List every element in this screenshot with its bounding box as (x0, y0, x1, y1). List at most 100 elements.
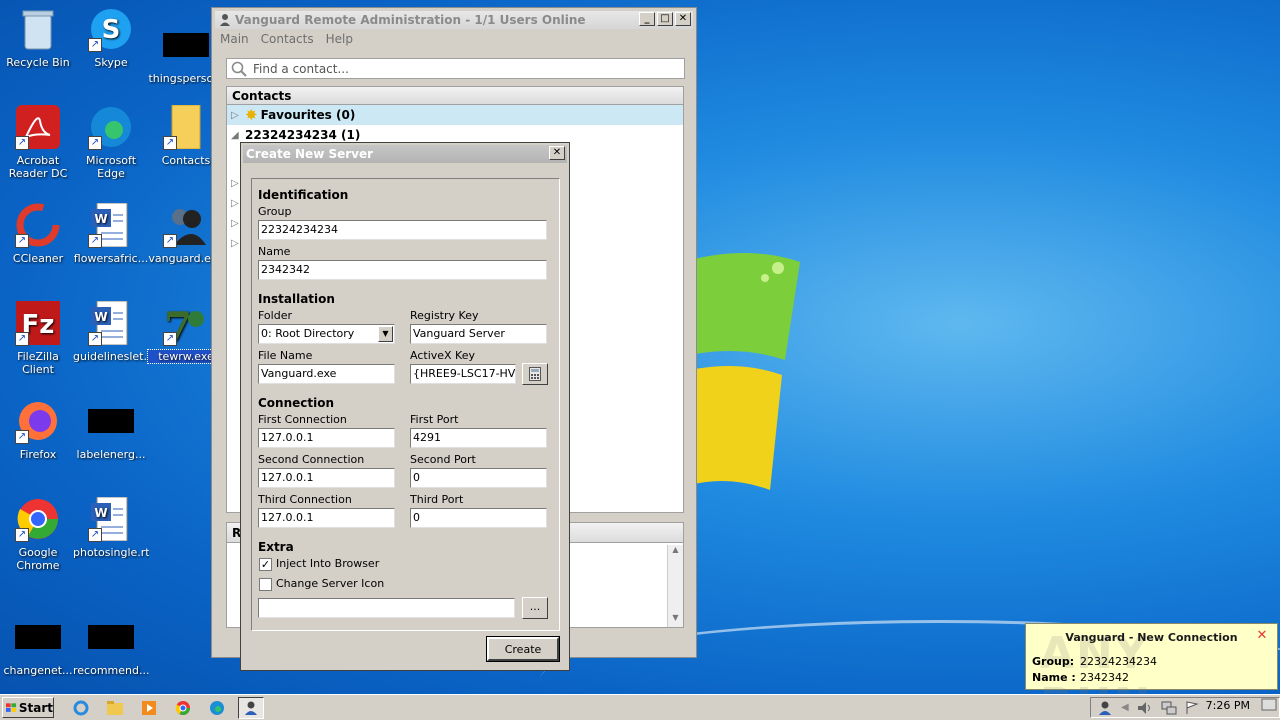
icon-path-input[interactable] (258, 598, 515, 618)
generate-key-button[interactable] (522, 363, 548, 385)
explorer-taskbar-icon[interactable] (102, 697, 128, 719)
vanguard-app-icon (220, 14, 230, 26)
desktop-icon[interactable]: W ↗ photosingle.rtf (73, 496, 149, 559)
chevron-down-icon[interactable]: ▼ (378, 326, 393, 342)
expand-arrow-icon[interactable]: ▷ (231, 110, 245, 121)
blank-icon (15, 614, 61, 660)
menu-contacts[interactable]: Contacts (261, 32, 314, 46)
word-doc-icon: W ↗ (88, 202, 134, 248)
desktop-icon[interactable]: ↗ Firefox (0, 398, 76, 461)
network-users-icon[interactable] (1097, 700, 1113, 716)
group-label: 22324234234 (1) (245, 128, 361, 142)
desktop-icon[interactable]: ↗ Google Chrome (0, 496, 76, 572)
registry-key-input[interactable]: Vanguard Server (410, 324, 547, 344)
desktop-icon-label: recommend... (73, 664, 149, 677)
create-button[interactable]: Create (486, 636, 560, 662)
menu-main[interactable]: Main (220, 32, 249, 46)
maximize-button[interactable]: □ (657, 12, 673, 26)
tray-expand-icon[interactable]: ◀ (1121, 702, 1129, 713)
shortcut-arrow-icon: ↗ (15, 234, 29, 248)
main-window-title: Vanguard Remote Administration - 1/1 Use… (235, 13, 586, 27)
edge-icon: ↗ (88, 104, 134, 150)
name-input[interactable]: 2342342 (258, 260, 547, 280)
expand-arrow-icon[interactable]: ▷ (231, 178, 239, 189)
vanguard-taskbar-icon[interactable] (238, 696, 264, 719)
network-icon[interactable] (1161, 701, 1177, 715)
desktop-icon[interactable]: recommend... (73, 614, 149, 677)
second-connection-input[interactable]: 127.0.0.1 (258, 468, 395, 488)
collapse-arrow-icon[interactable]: ◢ (231, 130, 245, 141)
menu-help[interactable]: Help (326, 32, 353, 46)
contact-search-input[interactable]: Find a contact... (226, 58, 685, 79)
shortcut-arrow-icon: ↗ (163, 234, 177, 248)
browse-icon-button[interactable]: ... (522, 597, 548, 619)
show-desktop-button[interactable] (1260, 696, 1278, 714)
group-input[interactable]: 22324234234 (258, 220, 547, 240)
log-scrollbar[interactable]: ▲ ▼ (667, 545, 683, 627)
desktop-icon-label: FileZilla Client (17, 350, 59, 376)
first-connection-input[interactable]: 127.0.0.1 (258, 428, 395, 448)
scroll-down-icon[interactable]: ▼ (668, 613, 683, 627)
star-icon: ✸ (245, 106, 258, 124)
new-connection-notification[interactable]: ANY RUN Vanguard - New Connection ✕ Grou… (1025, 623, 1278, 720)
desktop-icon[interactable]: changenet... (0, 614, 76, 677)
notification-name-value: 2342342 (1080, 671, 1129, 684)
desktop-icon[interactable]: ↗ Microsoft Edge (73, 104, 149, 180)
flag-icon[interactable] (1185, 700, 1199, 715)
taskbar-clock[interactable]: 7:26 PM (1206, 699, 1250, 712)
desktop-icon[interactable]: W ↗ flowersafric... (73, 202, 149, 265)
windows-logo-icon (6, 702, 17, 712)
first-port-label: First Port (410, 413, 459, 426)
expand-arrow-icon[interactable]: ▷ (231, 238, 239, 249)
folder-icon: ↗ (163, 104, 209, 150)
blank-icon (88, 398, 134, 444)
calculator-icon (529, 367, 541, 381)
shortcut-arrow-icon: ↗ (88, 332, 102, 346)
expand-arrow-icon[interactable]: ▷ (231, 218, 239, 229)
desktop-icon[interactable]: S ↗ Skype (73, 6, 149, 69)
word-doc-icon: W ↗ (88, 496, 134, 542)
second-port-input[interactable]: 0 (410, 468, 547, 488)
close-button[interactable]: ✕ (675, 12, 691, 26)
edge-taskbar-icon[interactable] (204, 697, 230, 719)
activex-key-label: ActiveX Key (410, 349, 476, 362)
file-name-label: File Name (258, 349, 313, 362)
desktop-icon-label: flowersafric... (73, 252, 149, 265)
start-button[interactable]: Start (2, 697, 54, 718)
chrome-icon: ↗ (15, 496, 61, 542)
volume-icon[interactable] (1137, 701, 1153, 715)
desktop-icon[interactable]: ↗ Acrobat Reader DC (0, 104, 76, 180)
first-port-input[interactable]: 4291 (410, 428, 547, 448)
create-server-dialog: Create New Server ✕ Identification Group… (240, 142, 570, 671)
third-connection-input[interactable]: 127.0.0.1 (258, 508, 395, 528)
activex-key-input[interactable]: {HREE9-LSC17-HV92 (410, 364, 516, 384)
blank-icon (163, 22, 209, 68)
change-icon-checkbox[interactable] (259, 578, 272, 591)
change-icon-label: Change Server Icon (276, 577, 385, 590)
chrome-taskbar-icon[interactable] (170, 697, 196, 719)
media-player-taskbar-icon[interactable] (136, 697, 162, 719)
folder-select[interactable]: 0: Root Directory ▼ (258, 324, 395, 344)
file-name-input[interactable]: Vanguard.exe (258, 364, 395, 384)
dialog-close-button[interactable]: ✕ (549, 146, 565, 160)
desktop-icon[interactable]: W ↗ guidelineslet... (73, 300, 149, 363)
scroll-up-icon[interactable]: ▲ (668, 545, 683, 559)
third-port-input[interactable]: 0 (410, 508, 547, 528)
ie-taskbar-icon[interactable] (68, 697, 94, 719)
desktop-icon-label: Skype (94, 56, 128, 69)
desktop-icon[interactable]: labelenerg... (73, 398, 149, 461)
desktop-icon[interactable]: ↗ CCleaner (0, 202, 76, 265)
svg-text:W: W (94, 212, 107, 226)
close-notification-icon[interactable]: ✕ (1255, 629, 1269, 643)
favourites-row[interactable]: ▷ ✸ Favourites (0) (227, 105, 683, 125)
third-connection-label: Third Connection (258, 493, 352, 506)
inject-browser-checkbox[interactable]: ✓ (259, 558, 272, 571)
notification-group-value: 22324234234 (1080, 655, 1157, 668)
registry-key-label: Registry Key (410, 309, 479, 322)
minimize-button[interactable]: _ (639, 12, 655, 26)
dialog-title[interactable]: Create New Server (243, 145, 567, 163)
desktop-icon[interactable]: Fz ↗ FileZilla Client (0, 300, 76, 376)
main-titlebar[interactable]: Vanguard Remote Administration - 1/1 Use… (215, 11, 693, 29)
expand-arrow-icon[interactable]: ▷ (231, 198, 239, 209)
desktop-icon[interactable]: Recycle Bin (0, 6, 76, 69)
